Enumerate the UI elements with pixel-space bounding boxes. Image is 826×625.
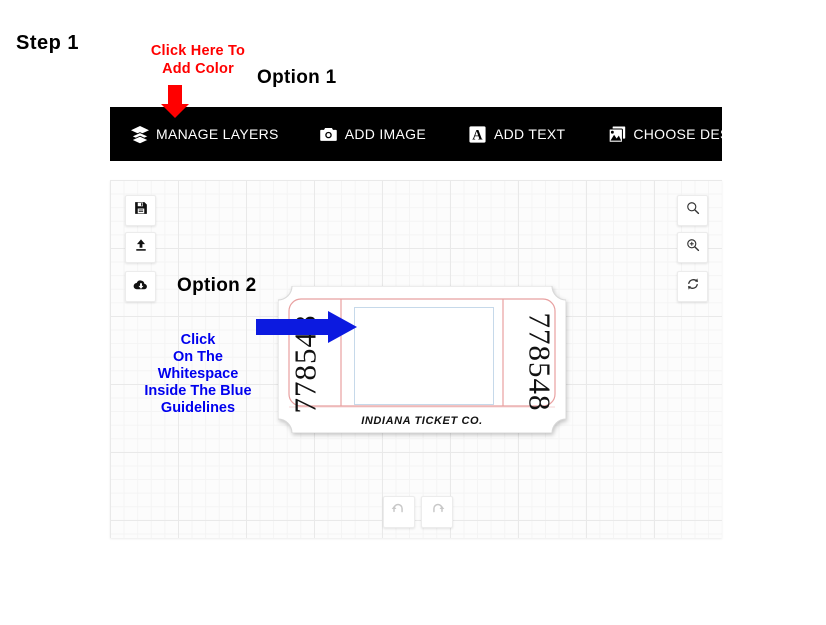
redo-button[interactable] bbox=[421, 496, 453, 528]
toolbar-label-choose-designs: CHOOSE DESIGNS bbox=[633, 126, 766, 142]
click-whitespace-line-1: Click bbox=[180, 332, 216, 348]
floppy-disk-icon bbox=[134, 201, 148, 220]
toolbar-item-add-image[interactable]: ADD IMAGE bbox=[319, 107, 426, 161]
svg-text:A: A bbox=[473, 127, 484, 143]
click-color-line-1: Click Here To bbox=[150, 43, 246, 59]
ticket-serial-right: 778548 bbox=[522, 312, 558, 412]
option-1-label: Option 1 bbox=[257, 67, 337, 88]
click-whitespace-line-5: Guidelines bbox=[160, 400, 236, 416]
step-label: Step 1 bbox=[16, 32, 80, 54]
toolbar-item-choose-designs[interactable]: CHOOSE DESIGNS bbox=[607, 107, 765, 161]
magnifier-plus-icon bbox=[686, 238, 700, 257]
click-whitespace-line-4: Inside The Blue bbox=[144, 383, 252, 399]
camera-icon bbox=[319, 124, 339, 144]
layers-icon bbox=[130, 124, 150, 144]
arrow-right-icon bbox=[256, 311, 357, 343]
zoom-in-button[interactable] bbox=[677, 232, 708, 263]
click-whitespace-note: Click On The Whitespace Inside The Blue … bbox=[124, 332, 272, 417]
reset-button[interactable] bbox=[677, 271, 708, 302]
upload-button[interactable] bbox=[125, 232, 156, 263]
click-whitespace-line-3: Whitespace bbox=[157, 366, 239, 382]
toolbar-label-add-text: ADD TEXT bbox=[493, 126, 566, 142]
blue-guideline-rect[interactable] bbox=[354, 307, 494, 405]
ticket-company-name: INDIANA TICKET CO. bbox=[361, 415, 483, 427]
cloud-download-icon bbox=[133, 278, 149, 296]
editor-toolbar: MANAGE LAYERS ADD IMAGE A ADD TEXT CHOOS… bbox=[110, 107, 765, 161]
option-2-label: Option 2 bbox=[177, 275, 257, 296]
save-button[interactable] bbox=[125, 195, 156, 226]
upload-arrow-icon bbox=[134, 238, 148, 257]
toolbar-label-manage-layers: MANAGE LAYERS bbox=[156, 126, 279, 142]
text-a-icon: A bbox=[468, 124, 488, 144]
click-whitespace-line-2: On The bbox=[173, 349, 223, 365]
toolbar-item-add-text[interactable]: A ADD TEXT bbox=[468, 107, 565, 161]
gallery-icon bbox=[607, 124, 627, 144]
click-color-line-2: Add Color bbox=[162, 61, 234, 77]
cloud-download-button[interactable] bbox=[125, 271, 156, 302]
arrow-down-icon bbox=[161, 85, 189, 118]
ticket-artwork[interactable]: 778548 778548 INDIANA TICKET CO. bbox=[278, 286, 566, 433]
zoom-out-button[interactable] bbox=[677, 195, 708, 226]
undo-arrow-icon bbox=[391, 503, 407, 522]
undo-button[interactable] bbox=[383, 496, 415, 528]
toolbar-label-add-image: ADD IMAGE bbox=[344, 126, 426, 142]
redo-arrow-icon bbox=[429, 503, 445, 522]
magnifier-icon bbox=[686, 201, 700, 220]
toolbar-item-manage-layers[interactable]: MANAGE LAYERS bbox=[130, 107, 279, 161]
refresh-icon bbox=[686, 277, 700, 296]
click-here-to-add-color-note: Click Here To Add Color bbox=[128, 42, 268, 78]
